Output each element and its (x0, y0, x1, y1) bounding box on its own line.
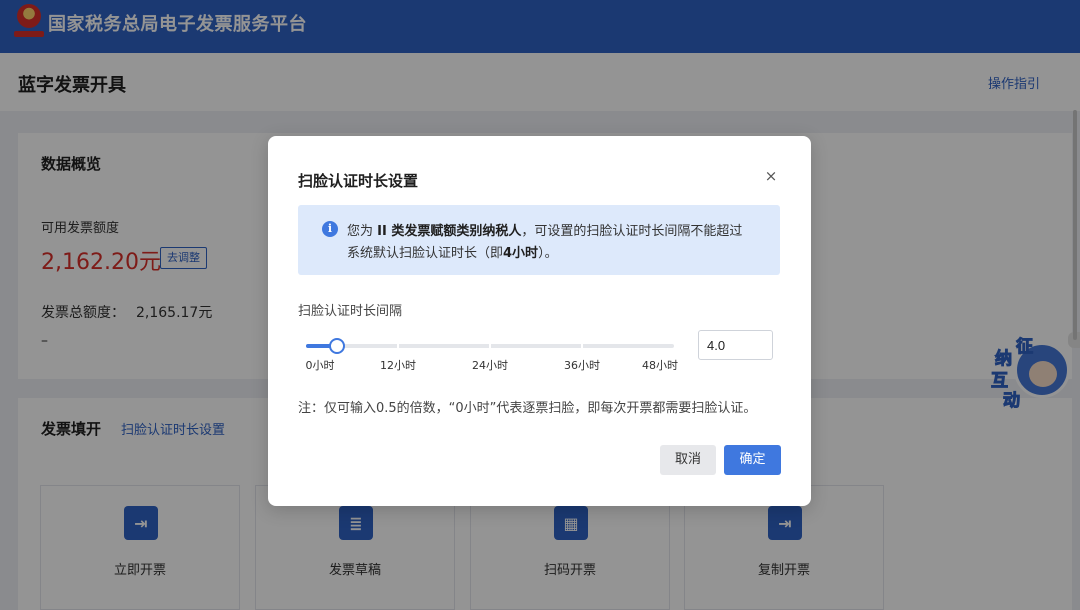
notice-line-2: 系统默认扫脸认证时长（即4小时）。 (347, 246, 558, 261)
notice-line-1: 您为 II 类发票赋额类别纳税人，可设置的扫脸认证时长间隔不能超过 (347, 224, 743, 239)
slider-tick-label: 36小时 (564, 359, 600, 372)
slider-tick-mark (581, 344, 583, 348)
slider-label: 扫脸认证时长间隔 (298, 304, 403, 319)
slider-tick-mark (489, 344, 491, 348)
close-icon[interactable]: × (763, 168, 779, 184)
input-note: 注：仅可输入0.5的倍数，“0小时”代表逐票扫脸，即每次开票都需要扫脸认证。 (298, 401, 757, 416)
confirm-button[interactable]: 确定 (724, 445, 781, 475)
info-notice: i 您为 II 类发票赋额类别纳税人，可设置的扫脸认证时长间隔不能超过 系统默认… (298, 205, 780, 275)
slider-tick-label: 24小时 (472, 359, 508, 372)
slider-tick-mark (397, 344, 399, 348)
duration-number-input[interactable] (698, 330, 773, 360)
slider-thumb[interactable] (328, 338, 345, 354)
slider-tick-label: 0小时 (305, 359, 335, 372)
slider-tick-label: 12小时 (380, 359, 416, 372)
duration-slider-track[interactable] (306, 338, 674, 354)
dialog-title: 扫脸认证时长设置 (298, 172, 419, 190)
face-auth-duration-dialog: 扫脸认证时长设置 × i 您为 II 类发票赋额类别纳税人，可设置的扫脸认证时长… (268, 136, 811, 506)
slider-tick-label: 48小时 (642, 359, 678, 372)
info-icon: i (322, 221, 338, 237)
cancel-button[interactable]: 取消 (660, 445, 716, 475)
